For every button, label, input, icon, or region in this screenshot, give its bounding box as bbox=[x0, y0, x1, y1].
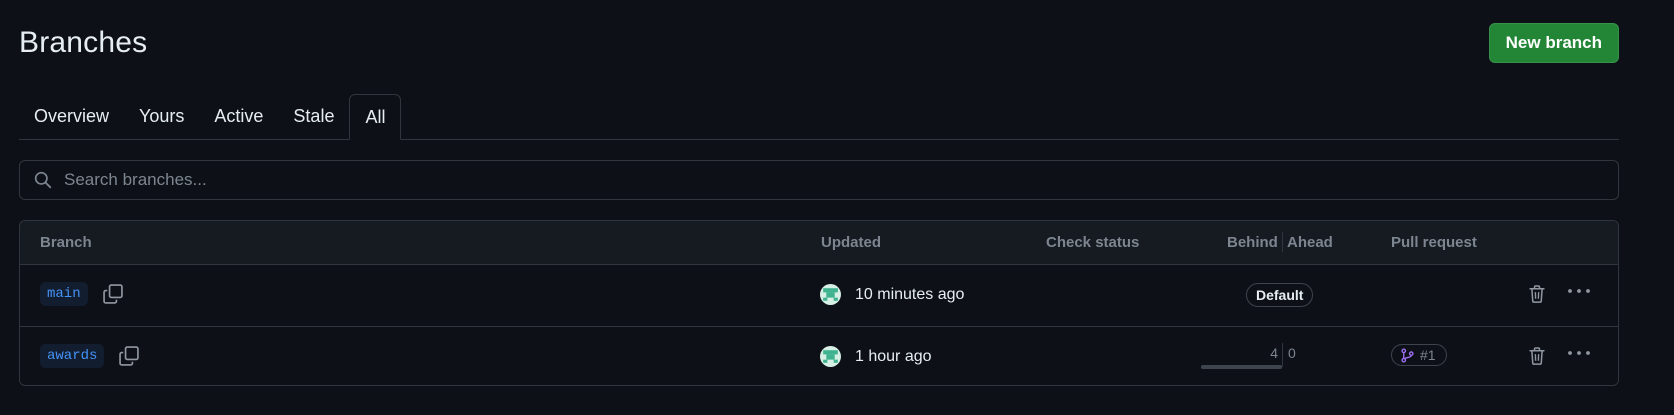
more-options-icon[interactable] bbox=[1566, 281, 1592, 301]
tab-overview[interactable]: Overview bbox=[19, 94, 124, 139]
default-badge: Default bbox=[1246, 283, 1314, 307]
copy-icon[interactable] bbox=[118, 345, 142, 369]
table-row: awards 1 hour ago 4 0 #1 bbox=[20, 327, 1618, 385]
column-header-behind: Behind bbox=[1227, 234, 1278, 251]
page-header: Branches New branch bbox=[19, 22, 1619, 64]
search-icon bbox=[34, 171, 52, 189]
table-header: Branch Updated Check status Behind Ahead… bbox=[20, 221, 1618, 265]
branch-filter-tabs: Overview Yours Active Stale All bbox=[19, 94, 1619, 140]
behind-bar-fill bbox=[1201, 365, 1282, 369]
pull-request-icon bbox=[1401, 347, 1414, 363]
column-header-ahead: Ahead bbox=[1287, 234, 1333, 251]
behind-count: 4 bbox=[1270, 345, 1278, 361]
search-input[interactable] bbox=[62, 169, 1566, 191]
column-header-branch: Branch bbox=[40, 234, 92, 251]
new-branch-button[interactable]: New branch bbox=[1488, 23, 1619, 63]
avatar[interactable] bbox=[820, 284, 841, 305]
search-box[interactable] bbox=[19, 160, 1619, 200]
trash-icon[interactable] bbox=[1527, 345, 1551, 369]
copy-icon[interactable] bbox=[102, 283, 126, 307]
branches-table: Branch Updated Check status Behind Ahead… bbox=[19, 220, 1619, 386]
column-header-updated: Updated bbox=[821, 234, 881, 251]
trash-icon[interactable] bbox=[1527, 283, 1551, 307]
tab-stale[interactable]: Stale bbox=[278, 94, 349, 139]
column-divider bbox=[1282, 232, 1283, 252]
behind-ahead-divider bbox=[1282, 343, 1283, 367]
branch-name-link[interactable]: awards bbox=[40, 344, 105, 368]
column-header-pull-request: Pull request bbox=[1391, 234, 1477, 251]
ahead-count: 0 bbox=[1288, 345, 1296, 361]
branches-page: Branches New branch Overview Yours Activ… bbox=[0, 0, 1674, 415]
updated-time: 1 hour ago bbox=[855, 348, 932, 365]
tab-all[interactable]: All bbox=[349, 94, 402, 140]
pull-request-badge[interactable]: #1 bbox=[1391, 344, 1447, 366]
tab-active[interactable]: Active bbox=[199, 94, 278, 139]
pull-request-number: #1 bbox=[1420, 347, 1436, 363]
tab-yours[interactable]: Yours bbox=[124, 94, 199, 139]
avatar[interactable] bbox=[820, 346, 841, 367]
behind-bar bbox=[1201, 365, 1282, 369]
table-row: main 10 minutes ago Default bbox=[20, 265, 1618, 327]
branch-name-link[interactable]: main bbox=[40, 282, 88, 306]
page-title: Branches bbox=[19, 26, 148, 59]
updated-time: 10 minutes ago bbox=[855, 286, 965, 303]
more-options-icon[interactable] bbox=[1566, 343, 1592, 363]
column-header-check-status: Check status bbox=[1046, 234, 1140, 251]
